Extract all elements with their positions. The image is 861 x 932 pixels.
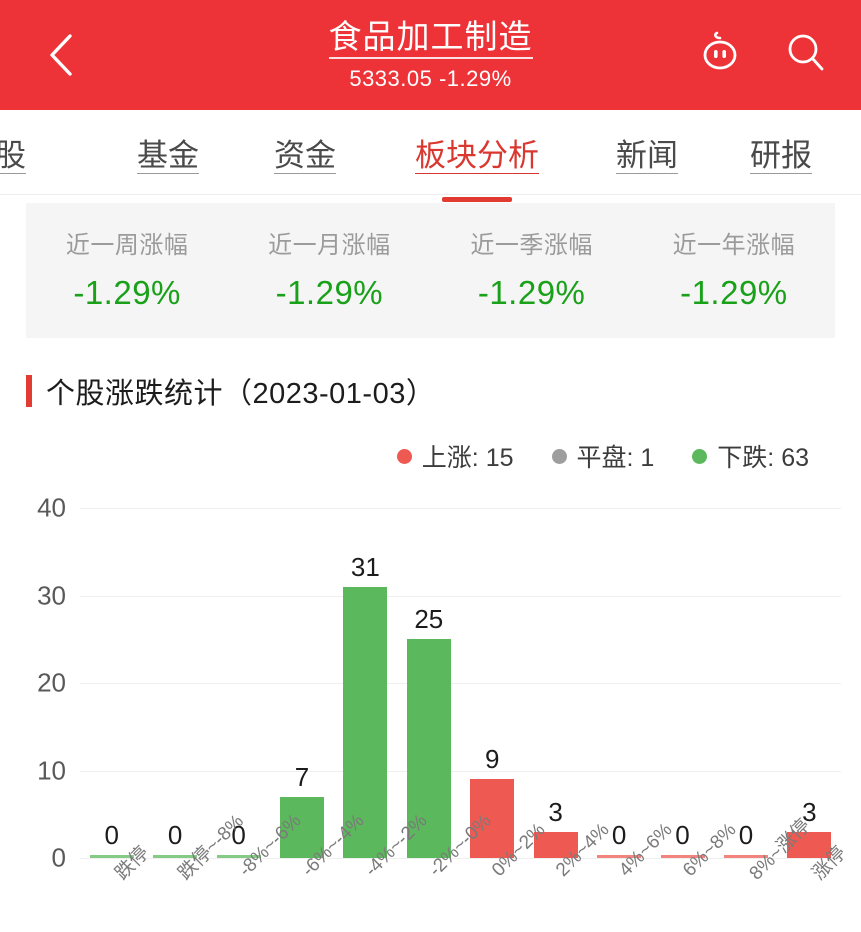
bar-value-label: 0: [611, 820, 627, 850]
bar-value-label: 9: [485, 744, 500, 775]
stats-panel: 近一周涨幅 -1.29% 近一月涨幅 -1.29% 近一季涨幅 -1.29% 近一年涨幅 -1…: [26, 203, 835, 338]
tab-5[interactable]: 新闻: [616, 130, 678, 175]
stat-item: 近一月涨幅 -1.29%: [228, 225, 430, 312]
x-axis-tick: -8%~-6%: [207, 810, 305, 932]
distribution-bar-chart: 0 0 0 7 31 25 9 3 0 0 0 3 0 10 20 30 40 跌停 跌停~-8% -8%~-6%…: [0, 488, 861, 932]
tab-6[interactable]: 研报: [750, 130, 812, 175]
x-axis-tick: -4%~-2%: [334, 810, 431, 932]
section-header: 个股涨跌统计（2023-01-03）: [26, 370, 861, 412]
index-quote: 5333.05 -1.29%: [349, 66, 512, 91]
stat-label: 近一季涨幅: [470, 232, 593, 259]
section-title-text: 个股涨跌统计（2023-01-03）: [46, 378, 436, 410]
stats-section: 近一周涨幅 -1.29% 近一月涨幅 -1.29% 近一季涨幅 -1.29% 近一年涨幅 -1…: [0, 195, 861, 338]
plot-area: 0 0 0 7 31 25 9 3 0 0 0 3: [80, 508, 841, 859]
tab-3[interactable]: 资金: [274, 130, 336, 175]
stat-label: 近一年涨幅: [672, 232, 796, 259]
x-axis-tick: 2%~4%: [524, 819, 614, 932]
tab-label: 新闻: [616, 137, 678, 173]
robot-button[interactable]: [695, 30, 745, 80]
legend-label: 平盘: 1: [576, 444, 655, 472]
back-button[interactable]: [38, 32, 84, 78]
bar-item[interactable]: 7: [270, 508, 333, 858]
tab-2[interactable]: 基金: [137, 130, 199, 175]
bar-item[interactable]: 3: [524, 508, 587, 858]
bar-series: 0 0 0 7 31 25 9 3 0 0 0 3: [80, 508, 841, 858]
bar-item[interactable]: 0: [143, 508, 206, 858]
bar-value-label: 3: [548, 796, 563, 827]
bar-item[interactable]: 0: [651, 508, 714, 858]
x-axis-tick: 0%~2%: [461, 819, 550, 932]
y-axis-tick: 30: [37, 580, 66, 610]
stat-value: -1.29%: [73, 274, 181, 311]
stat-value: -1.29%: [477, 274, 586, 311]
bar-value-label: 31: [350, 551, 380, 582]
bar-value-label: 0: [738, 820, 754, 850]
robot-icon: [695, 28, 745, 83]
stat-label: 近一周涨幅: [65, 232, 189, 259]
stat-label: 近一月涨幅: [268, 232, 391, 259]
bar-item[interactable]: 0: [587, 508, 650, 858]
legend-dot-icon: [692, 448, 708, 464]
x-axis-tick: -6%~-4%: [270, 810, 368, 932]
legend-item[interactable]: 下跌: 63: [692, 438, 809, 474]
legend-label: 下跌: 63: [717, 444, 809, 472]
tab-bar: 分股 基金 资金 板块分析 新闻 研报: [0, 110, 861, 195]
bar-value-label: 25: [414, 604, 444, 635]
bar-item[interactable]: 25: [397, 508, 460, 858]
x-axis-tick: 6%~8%: [651, 819, 741, 932]
stat-item: 近一周涨幅 -1.29%: [26, 225, 228, 312]
tab-label: 研报: [750, 137, 812, 173]
tab-label: 资金: [274, 137, 336, 173]
app-header: 食品加工制造 5333.05 -1.29%: [0, 0, 861, 110]
y-axis-tick: 10: [37, 755, 66, 785]
chart-legend: 上涨: 15 平盘: 1 下跌: 63: [0, 438, 809, 474]
tab-1[interactable]: 分股: [0, 130, 26, 175]
bar-item[interactable]: 0: [207, 508, 270, 858]
x-axis-tick: 涨停: [778, 843, 851, 932]
legend-dot-icon: [396, 448, 412, 464]
legend-item[interactable]: 平盘: 1: [551, 438, 655, 474]
search-icon: [781, 28, 831, 83]
tab-4[interactable]: 板块分析: [415, 130, 539, 175]
y-axis-tick: 20: [37, 667, 66, 698]
x-axis: 跌停 跌停~-8% -8%~-6% -6%~-4% -4%~-2% -2%~-0% 0%~2…: [80, 810, 851, 932]
bar-item[interactable]: 3: [778, 508, 841, 858]
search-button[interactable]: [781, 30, 831, 80]
tab-label: 基金: [137, 137, 199, 173]
bar-value-label: 0: [675, 820, 690, 850]
chevron-left-icon: [46, 32, 76, 78]
x-axis-tick: 4%~6%: [587, 819, 677, 932]
bar-value-label: 0: [167, 820, 183, 850]
y-axis-tick: 0: [51, 842, 66, 873]
page-title: 食品加工制造: [328, 20, 533, 59]
stat-value: -1.29%: [275, 274, 384, 311]
tab-label: 分股: [0, 137, 26, 173]
bar-item[interactable]: 0: [714, 508, 777, 858]
bar-item[interactable]: 9: [461, 508, 524, 858]
x-axis-tick: 跌停: [80, 843, 153, 932]
y-axis-tick: 40: [37, 492, 66, 523]
x-axis-tick: -2%~-0%: [397, 810, 495, 932]
legend-label: 上涨: 15: [421, 444, 514, 472]
stat-value: -1.29%: [680, 274, 788, 311]
header-actions: [695, 30, 831, 80]
header-title-block: 食品加工制造 5333.05 -1.29%: [328, 20, 533, 91]
legend-dot-icon: [551, 448, 567, 464]
bar-value-label: 0: [104, 820, 119, 850]
tab-label: 板块分析: [415, 137, 539, 173]
x-axis-tick: 跌停~-8%: [143, 811, 248, 932]
x-axis-tick: 8%~涨停: [714, 815, 814, 932]
stat-item: 近一年涨幅 -1.29%: [633, 225, 835, 312]
bar-value-label: 7: [294, 761, 310, 792]
bar-item[interactable]: 0: [80, 508, 143, 858]
section-accent-bar: [26, 375, 32, 407]
bar-item[interactable]: 31: [334, 508, 397, 858]
stat-item: 近一季涨幅 -1.29%: [431, 225, 633, 312]
legend-item[interactable]: 上涨: 15: [396, 438, 514, 474]
